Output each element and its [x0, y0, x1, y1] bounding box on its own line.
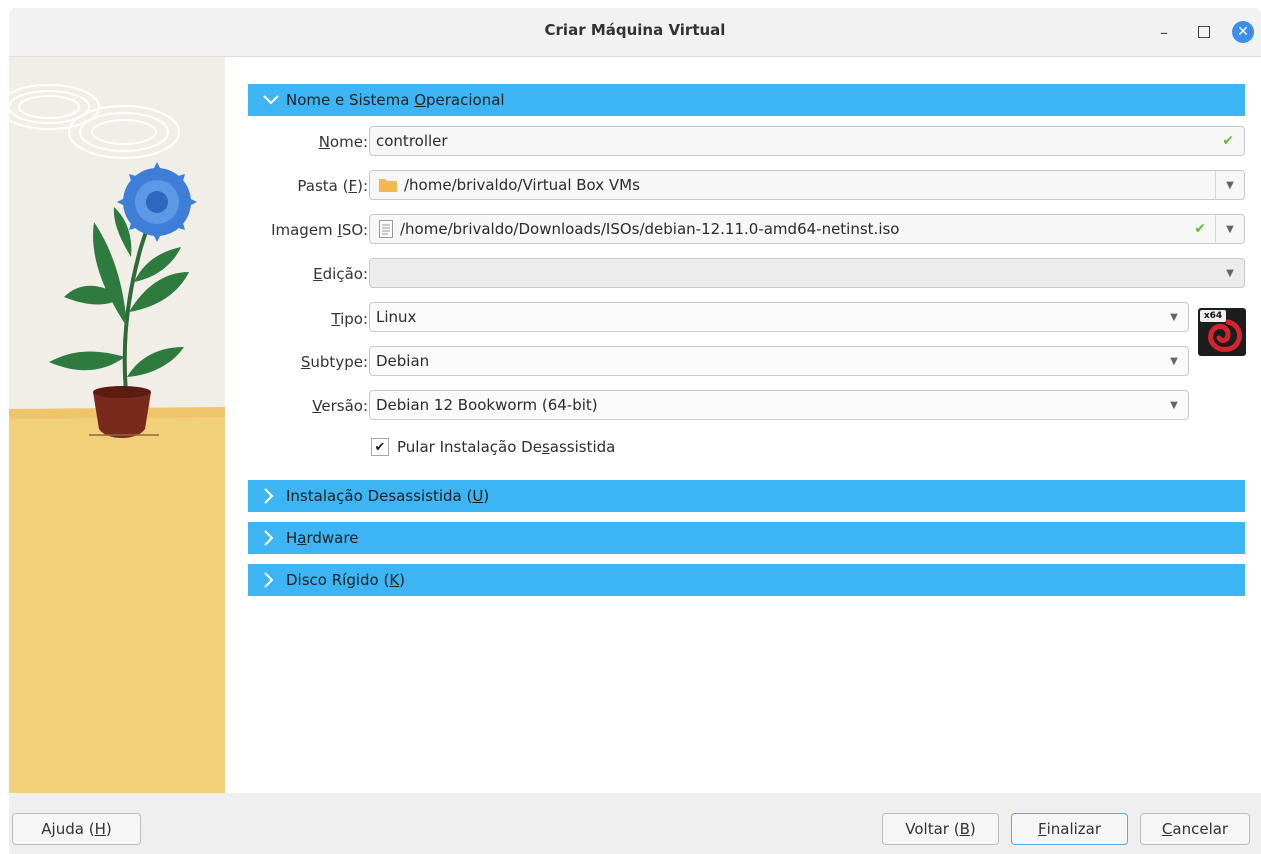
check-icon: ✔	[1222, 133, 1234, 149]
name-value: controller	[376, 132, 448, 150]
dropdown-arrow-icon[interactable]: ▼	[1215, 215, 1244, 243]
type-select[interactable]: Linux ▼	[369, 302, 1189, 332]
subtype-select[interactable]: Debian ▼	[369, 346, 1189, 376]
iso-value: /home/brivaldo/Downloads/ISOs/debian-12.…	[400, 220, 900, 238]
back-button[interactable]: Voltar (B)	[882, 813, 999, 845]
dropdown-arrow-icon[interactable]: ▼	[1215, 171, 1244, 199]
version-label: Versão:	[312, 397, 368, 415]
dropdown-arrow-icon[interactable]: ▼	[1160, 347, 1188, 375]
iso-label: Imagem ISO:	[271, 221, 368, 239]
title-bar[interactable]: Criar Máquina Virtual – ✕	[9, 8, 1261, 57]
dialog-window: Criar Máquina Virtual – ✕ Nome e Sistema…	[9, 8, 1261, 854]
version-value: Debian 12 Bookworm (64-bit)	[376, 396, 598, 414]
skip-unattended-label: Pular Instalação Desassistida	[397, 438, 616, 456]
file-icon	[378, 219, 394, 239]
maximize-button[interactable]	[1192, 20, 1216, 44]
wizard-illustration	[9, 57, 225, 793]
skip-unattended-row[interactable]: ✔ Pular Instalação Desassistida	[371, 438, 615, 456]
content-panel: Nome e Sistema Operacional Nome: control…	[225, 57, 1261, 793]
chevron-right-icon	[262, 571, 286, 589]
dialog-footer: Ajuda (H) Voltar (B) Finalizar Cancelar	[9, 794, 1261, 854]
folder-value: /home/brivaldo/Virtual Box VMs	[404, 176, 640, 194]
name-label: Nome:	[318, 133, 368, 151]
edition-select[interactable]: ▼	[369, 258, 1245, 288]
folder-icon	[378, 177, 398, 193]
close-button[interactable]: ✕	[1232, 21, 1254, 43]
version-select[interactable]: Debian 12 Bookworm (64-bit) ▼	[369, 390, 1189, 420]
dropdown-arrow-icon[interactable]: ▼	[1216, 259, 1244, 287]
edition-label: Edição:	[313, 265, 368, 283]
finish-button[interactable]: Finalizar	[1011, 813, 1128, 845]
folder-label: Pasta (F):	[297, 177, 368, 195]
section-unattended[interactable]: Instalação Desassistida (U)	[248, 480, 1245, 512]
subtype-value: Debian	[376, 352, 430, 370]
subtype-label: Subtype:	[300, 353, 368, 371]
section-hardware[interactable]: Hardware	[248, 522, 1245, 554]
help-button[interactable]: Ajuda (H)	[12, 813, 141, 845]
minimize-button[interactable]: –	[1152, 20, 1176, 44]
section-name-os[interactable]: Nome e Sistema Operacional	[248, 84, 1245, 116]
section-label: Nome e Sistema Operacional	[286, 91, 505, 109]
section-label: Instalação Desassistida (U)	[286, 487, 490, 505]
chevron-right-icon	[262, 487, 286, 505]
check-icon: ✔	[1194, 221, 1206, 237]
section-disk[interactable]: Disco Rígido (K)	[248, 564, 1245, 596]
skip-unattended-checkbox[interactable]: ✔	[371, 438, 389, 456]
section-label: Hardware	[286, 529, 359, 547]
window-title: Criar Máquina Virtual	[544, 21, 726, 39]
dropdown-arrow-icon[interactable]: ▼	[1160, 391, 1188, 419]
debian-icon: x64	[1198, 308, 1246, 356]
minimize-icon: –	[1160, 22, 1168, 42]
close-icon: ✕	[1237, 24, 1249, 40]
dropdown-arrow-icon[interactable]: ▼	[1160, 303, 1188, 331]
folder-select[interactable]: /home/brivaldo/Virtual Box VMs ▼	[369, 170, 1245, 200]
name-input[interactable]: controller ✔	[369, 126, 1245, 156]
chevron-down-icon	[262, 94, 286, 106]
plant-illustration	[9, 84, 225, 793]
cancel-button[interactable]: Cancelar	[1140, 813, 1250, 845]
type-value: Linux	[376, 308, 417, 326]
type-label: Tipo:	[331, 310, 368, 328]
section-label: Disco Rígido (K)	[286, 571, 406, 589]
iso-select[interactable]: /home/brivaldo/Downloads/ISOs/debian-12.…	[369, 214, 1245, 244]
chevron-right-icon	[262, 529, 286, 547]
maximize-icon	[1198, 26, 1210, 38]
